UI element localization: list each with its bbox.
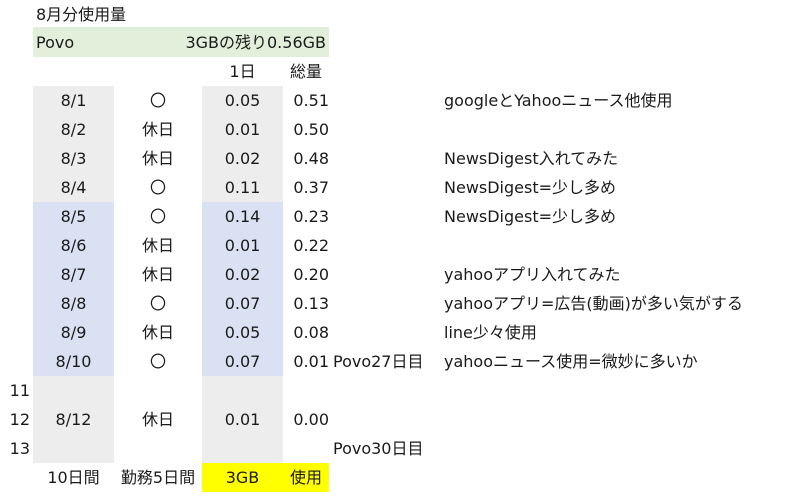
- usage-note: NewsDigest=少し多め: [444, 207, 617, 226]
- usage-note: [444, 405, 794, 434]
- povo-day-note: [333, 115, 443, 144]
- date-cell: [33, 376, 114, 405]
- total-remaining-cell: 0.50: [293, 120, 329, 139]
- total-remaining-cell: 0.01: [293, 352, 329, 371]
- sheet-title: 8月分使用量: [36, 5, 127, 24]
- date-cell: 8/3: [60, 149, 87, 168]
- daily-usage-cell: 0.07: [224, 352, 261, 371]
- povo-day-note: [333, 173, 443, 202]
- workday-cell: 〇: [149, 178, 166, 197]
- povo-day-note: [333, 376, 443, 405]
- daily-usage-cell: 0.01: [224, 236, 261, 255]
- date-cell: [33, 434, 114, 463]
- row-number: 13: [9, 439, 30, 458]
- date-cell: 8/1: [60, 91, 87, 110]
- povo-day-note: [333, 144, 443, 173]
- usage-note: [444, 434, 794, 463]
- footer-usage: 使用: [289, 468, 322, 487]
- date-cell: 8/10: [55, 352, 92, 371]
- row-number: 11: [9, 381, 30, 400]
- daily-usage-cell: 0.02: [224, 149, 261, 168]
- povo-day-note: Povo27日目: [333, 352, 424, 371]
- daily-usage-cell: 0.01: [224, 410, 261, 429]
- remaining-data: 3GBの残り0.56GB: [185, 33, 326, 52]
- total-remaining-cell: 0.00: [293, 410, 329, 429]
- workday-cell: 〇: [149, 294, 166, 313]
- workday-cell: 〇: [149, 91, 166, 110]
- daily-usage-cell: 0.07: [224, 294, 261, 313]
- povo-day-note: Povo30日目: [333, 439, 424, 458]
- povo-day-note: [333, 405, 443, 434]
- total-remaining-cell: [283, 434, 329, 463]
- date-cell: 8/5: [60, 207, 87, 226]
- povo-day-note: [333, 231, 443, 260]
- row-number: 12: [9, 410, 30, 429]
- usage-note: line少々使用: [444, 323, 537, 342]
- povo-day-note: [333, 202, 443, 231]
- column-header-total: 総量: [289, 62, 322, 81]
- usage-note: [444, 231, 794, 260]
- date-cell: 8/2: [60, 120, 87, 139]
- daily-usage-cell: [202, 434, 283, 463]
- date-cell: 8/6: [60, 236, 87, 255]
- total-remaining-cell: 0.37: [293, 178, 329, 197]
- total-remaining-cell: 0.51: [293, 91, 329, 110]
- total-remaining-cell: 0.08: [293, 323, 329, 342]
- total-remaining-cell: 0.22: [293, 236, 329, 255]
- carrier-name: Povo: [36, 33, 75, 52]
- footer-workdays: 勤務5日間: [120, 468, 196, 487]
- footer-amount: 3GB: [225, 468, 260, 487]
- total-remaining-cell: 0.20: [293, 265, 329, 284]
- workday-cell: [114, 434, 202, 463]
- workday-cell: 〇: [149, 207, 166, 226]
- workday-cell: [114, 376, 202, 405]
- workday-cell: 休日: [141, 410, 174, 429]
- povo-day-note: [333, 289, 443, 318]
- date-cell: 8/8: [60, 294, 87, 313]
- workday-cell: 休日: [141, 323, 174, 342]
- daily-usage-cell: 0.01: [224, 120, 261, 139]
- date-cell: 8/7: [60, 265, 87, 284]
- daily-usage-cell: 0.02: [224, 265, 261, 284]
- column-header-daily: 1日: [229, 62, 256, 81]
- date-cell: 8/12: [55, 410, 92, 429]
- date-cell: 8/4: [60, 178, 87, 197]
- usage-note: NewsDigest=少し多め: [444, 178, 617, 197]
- daily-usage-cell: 0.05: [224, 323, 261, 342]
- daily-usage-cell: 0.11: [224, 178, 261, 197]
- workday-cell: 休日: [141, 120, 174, 139]
- usage-note: yahooアプリ入れてみた: [444, 265, 621, 284]
- daily-usage-cell: 0.14: [224, 207, 261, 226]
- workday-cell: 休日: [141, 149, 174, 168]
- povo-day-note: [333, 318, 443, 347]
- date-cell: 8/9: [60, 323, 87, 342]
- total-remaining-cell: 0.13: [293, 294, 329, 313]
- footer-days: 10日間: [47, 468, 100, 487]
- total-remaining-cell: 0.48: [293, 149, 329, 168]
- workday-cell: 〇: [149, 352, 166, 371]
- daily-usage-cell: [202, 376, 283, 405]
- total-remaining-cell: 0.23: [293, 207, 329, 226]
- povo-day-note: [333, 86, 443, 115]
- total-remaining-cell: [283, 376, 329, 405]
- usage-note: NewsDigest入れてみた: [444, 149, 619, 168]
- usage-note: googleとYahooニュース他使用: [444, 91, 673, 110]
- usage-note: yahooアプリ=広告(動画)が多い気がする: [444, 294, 743, 313]
- povo-day-note: [333, 260, 443, 289]
- workday-cell: 休日: [141, 265, 174, 284]
- usage-note: yahooニュース使用=微妙に多いか: [444, 352, 698, 371]
- workday-cell: 休日: [141, 236, 174, 255]
- daily-usage-cell: 0.05: [224, 91, 261, 110]
- usage-note: [444, 115, 794, 144]
- usage-note: [444, 376, 794, 405]
